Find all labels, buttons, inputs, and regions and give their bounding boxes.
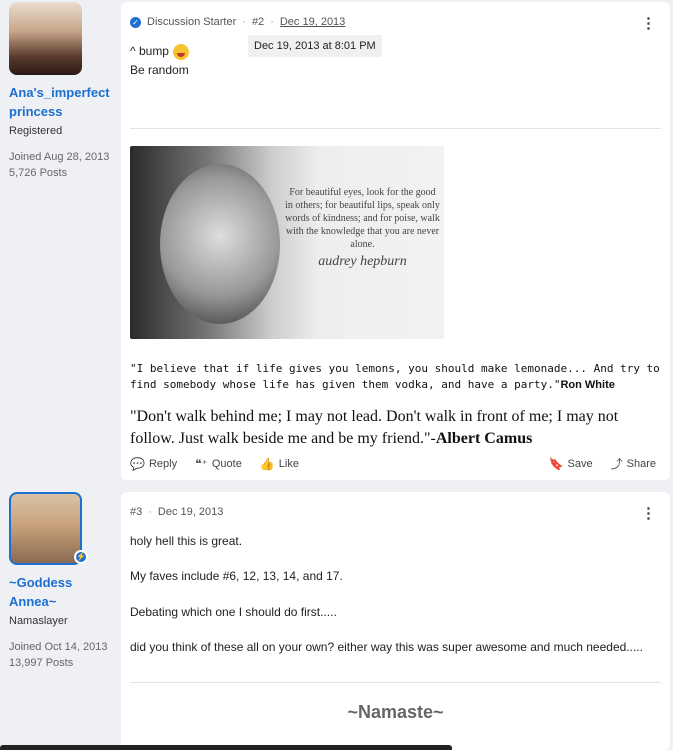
image-quote-text: For beautiful eyes, look for the good in… [285, 186, 440, 269]
post-actions: 💬 Reply ❝⁺ Quote 👍 Like 🔖 Save ⤴ Share [130, 455, 656, 472]
like-button[interactable]: 👍 Like [260, 457, 299, 471]
save-button[interactable]: 🔖 Save [549, 457, 593, 471]
post-date-link[interactable]: Dec 19, 2013 [280, 16, 345, 28]
avatar-wrapper: ⚡ [9, 492, 88, 565]
author-role: Registered [9, 125, 63, 137]
separator-dot: · [148, 506, 152, 518]
post-meta: ✓ Discussion Starter · #2 · Dec 19, 2013 [130, 16, 345, 28]
post-line: My faves include #6, 12, 13, 14, and 17. [130, 569, 343, 583]
share-icon: ⤴ [610, 457, 623, 471]
divider [130, 682, 661, 683]
like-label: Like [278, 457, 299, 470]
post-meta: #3 · Dec 19, 2013 [130, 506, 223, 518]
post-card: ✓ Discussion Starter · #2 · Dec 19, 2013… [121, 2, 670, 480]
post-date-link[interactable]: Dec 19, 2013 [158, 506, 223, 518]
share-button[interactable]: ⤴ Share [611, 455, 656, 472]
author-name[interactable]: Ana's_imperfect princess [9, 83, 122, 121]
reply-label: Reply [148, 457, 178, 470]
lemons-quote-author: Ron White [560, 379, 615, 391]
post-line: ^ bump [130, 44, 189, 60]
quote-label: Quote [211, 457, 242, 470]
author-joined: Joined Aug 28, 2013 [9, 151, 110, 163]
image-quote-body: For beautiful eyes, look for the good in… [285, 187, 440, 250]
author-panel: ⚡ ~Goddess Annea~ Namaslayer Joined Oct … [0, 490, 122, 671]
post-number[interactable]: #2 [252, 16, 264, 28]
lemons-quote: "I believe that if life gives you lemons… [130, 361, 660, 393]
image-quote-signature: audrey hepburn [318, 254, 407, 269]
divider [130, 128, 661, 129]
post-line: Be random [130, 63, 189, 77]
audrey-hepburn-quote-image[interactable]: For beautiful eyes, look for the good in… [130, 146, 444, 339]
camus-quote-author: Albert Camus [435, 430, 533, 447]
share-label: Share [626, 457, 656, 470]
reply-button[interactable]: 💬 Reply [130, 457, 177, 471]
tongue-emoji-icon [172, 44, 189, 60]
post-card: #3 · Dec 19, 2013 ⋮ holy hell this is gr… [121, 492, 670, 750]
author-joined: Joined Oct 14, 2013 [9, 641, 108, 653]
author-name[interactable]: ~Goddess Annea~ [9, 573, 122, 611]
more-options-icon[interactable]: ⋮ [641, 504, 656, 522]
save-label: Save [567, 457, 593, 470]
check-icon: ✓ [130, 16, 141, 28]
bookmark-icon: 🔖 [548, 456, 564, 471]
camus-quote-text: "Don't walk behind me; I may not lead. D… [130, 408, 619, 447]
separator-dot: · [242, 16, 246, 28]
post-line: holy hell this is great. [130, 534, 243, 548]
more-options-icon[interactable]: ⋮ [641, 14, 656, 32]
lightning-badge-icon: ⚡ [74, 550, 88, 564]
author-meta: Joined Aug 28, 2013 5,726 Posts [9, 149, 122, 181]
post-line-text: ^ bump [130, 44, 169, 59]
thumbs-up-icon: 👍 [259, 456, 275, 471]
avatar[interactable] [9, 492, 82, 565]
date-tooltip: Dec 19, 2013 at 8:01 PM [248, 35, 382, 57]
avatar[interactable] [9, 2, 82, 75]
speech-bubble-icon: 💬 [130, 456, 145, 471]
signature: ~Namaste~ [347, 702, 444, 722]
post-2: Ana's_imperfect princess Registered Join… [0, 0, 673, 480]
bottom-bar [0, 745, 452, 750]
post-3: ⚡ ~Goddess Annea~ Namaslayer Joined Oct … [0, 490, 673, 750]
author-panel: Ana's_imperfect princess Registered Join… [0, 0, 122, 181]
author-post-count: 13,997 Posts [9, 657, 74, 669]
camus-quote: "Don't walk behind me; I may not lead. D… [130, 406, 660, 448]
post-line: Debating which one I should do first....… [130, 605, 337, 619]
discussion-starter-label: Discussion Starter [147, 16, 237, 28]
portrait-shape [160, 164, 280, 324]
quote-icon: ❝⁺ [195, 456, 208, 471]
author-meta: Joined Oct 14, 2013 13,997 Posts [9, 639, 122, 671]
separator-dot: · [270, 16, 274, 28]
post-number[interactable]: #3 [130, 506, 142, 518]
post-line: did you think of these all on your own? … [130, 640, 643, 654]
quote-button[interactable]: ❝⁺ Quote [195, 457, 242, 471]
author-post-count: 5,726 Posts [9, 167, 68, 179]
author-role: Namaslayer [9, 615, 68, 627]
